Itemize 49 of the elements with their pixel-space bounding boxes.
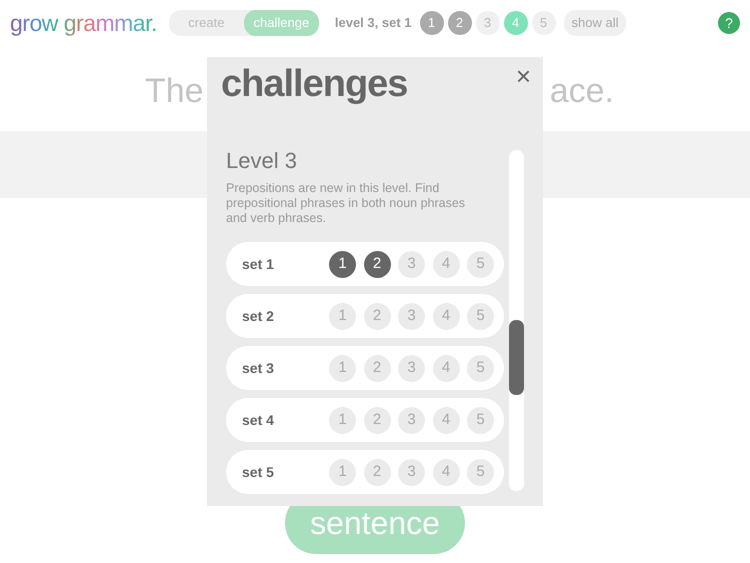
challenge-button[interactable]: 4	[432, 458, 460, 486]
set-row[interactable]: set 4 1 2 3 4 5	[226, 398, 504, 442]
set-row[interactable]: set 2 1 2 3 4 5	[226, 294, 504, 338]
mode-tab[interactable]: challenge	[244, 10, 319, 36]
challenge-button[interactable]: 5	[467, 406, 494, 434]
challenge-button[interactable]: 5	[467, 458, 494, 486]
challenge-step[interactable]: 2	[448, 11, 472, 35]
scrollbar-thumb[interactable]	[509, 320, 524, 395]
challenge-button[interactable]: 2	[364, 406, 390, 434]
progress-label: level 3, set 1	[334, 14, 412, 32]
set-row[interactable]: set 3 1 2 3 4 5	[226, 346, 504, 390]
challenge-button[interactable]: 4	[432, 406, 460, 434]
challenge-button[interactable]: 3	[398, 406, 425, 434]
challenge-button[interactable]: 1	[329, 458, 356, 486]
set-row[interactable]: set 5 1 2 3 4 5	[226, 450, 504, 494]
challenge-button[interactable]: 4	[432, 302, 460, 330]
challenge-button[interactable]: 1	[329, 250, 356, 278]
challenge-button[interactable]: 2	[364, 302, 390, 330]
set-name: set 5	[242, 462, 275, 482]
sentence-text: The	[145, 71, 204, 112]
dialog-title: challenges	[221, 65, 408, 103]
challenge-step[interactable]: 1	[420, 11, 444, 35]
set-name: set 1	[242, 254, 275, 274]
challenge-button[interactable]: 3	[398, 250, 425, 278]
challenge-button[interactable]: 5	[467, 354, 494, 382]
challenge-button[interactable]: 4	[432, 354, 460, 382]
sentence-text: ace.	[550, 71, 614, 112]
help-button[interactable]: ?	[718, 12, 740, 34]
show-all-button[interactable]: show all	[564, 10, 626, 36]
challenge-button[interactable]: 1	[329, 302, 356, 330]
set-row[interactable]: set 1 1 2 3 4 5	[226, 242, 504, 286]
close-button[interactable]: ×	[516, 63, 531, 89]
challenge-button[interactable]: 3	[398, 458, 425, 486]
challenge-button[interactable]: 5	[467, 302, 494, 330]
challenge-button[interactable]: 3	[398, 354, 425, 382]
challenge-button[interactable]: 1	[329, 406, 356, 434]
set-name: set 3	[242, 358, 275, 378]
challenge-button[interactable]: 2	[364, 250, 390, 278]
challenge-button[interactable]: 1	[329, 354, 356, 382]
challenge-button[interactable]: 2	[364, 354, 390, 382]
challenge-button[interactable]: 2	[364, 458, 390, 486]
level-description: Prepositions are new in this level. Find prepositional phrases in both noun phrases and verb phrases.	[226, 181, 466, 226]
set-name: set 2	[242, 306, 275, 326]
challenge-step[interactable]: 4	[504, 11, 528, 35]
challenge-button[interactable]: 3	[398, 302, 425, 330]
set-name: set 4	[242, 410, 275, 430]
challenge-button[interactable]: 5	[467, 250, 494, 278]
challenge-button[interactable]: 4	[432, 250, 460, 278]
level-title: Level 3	[226, 147, 298, 175]
